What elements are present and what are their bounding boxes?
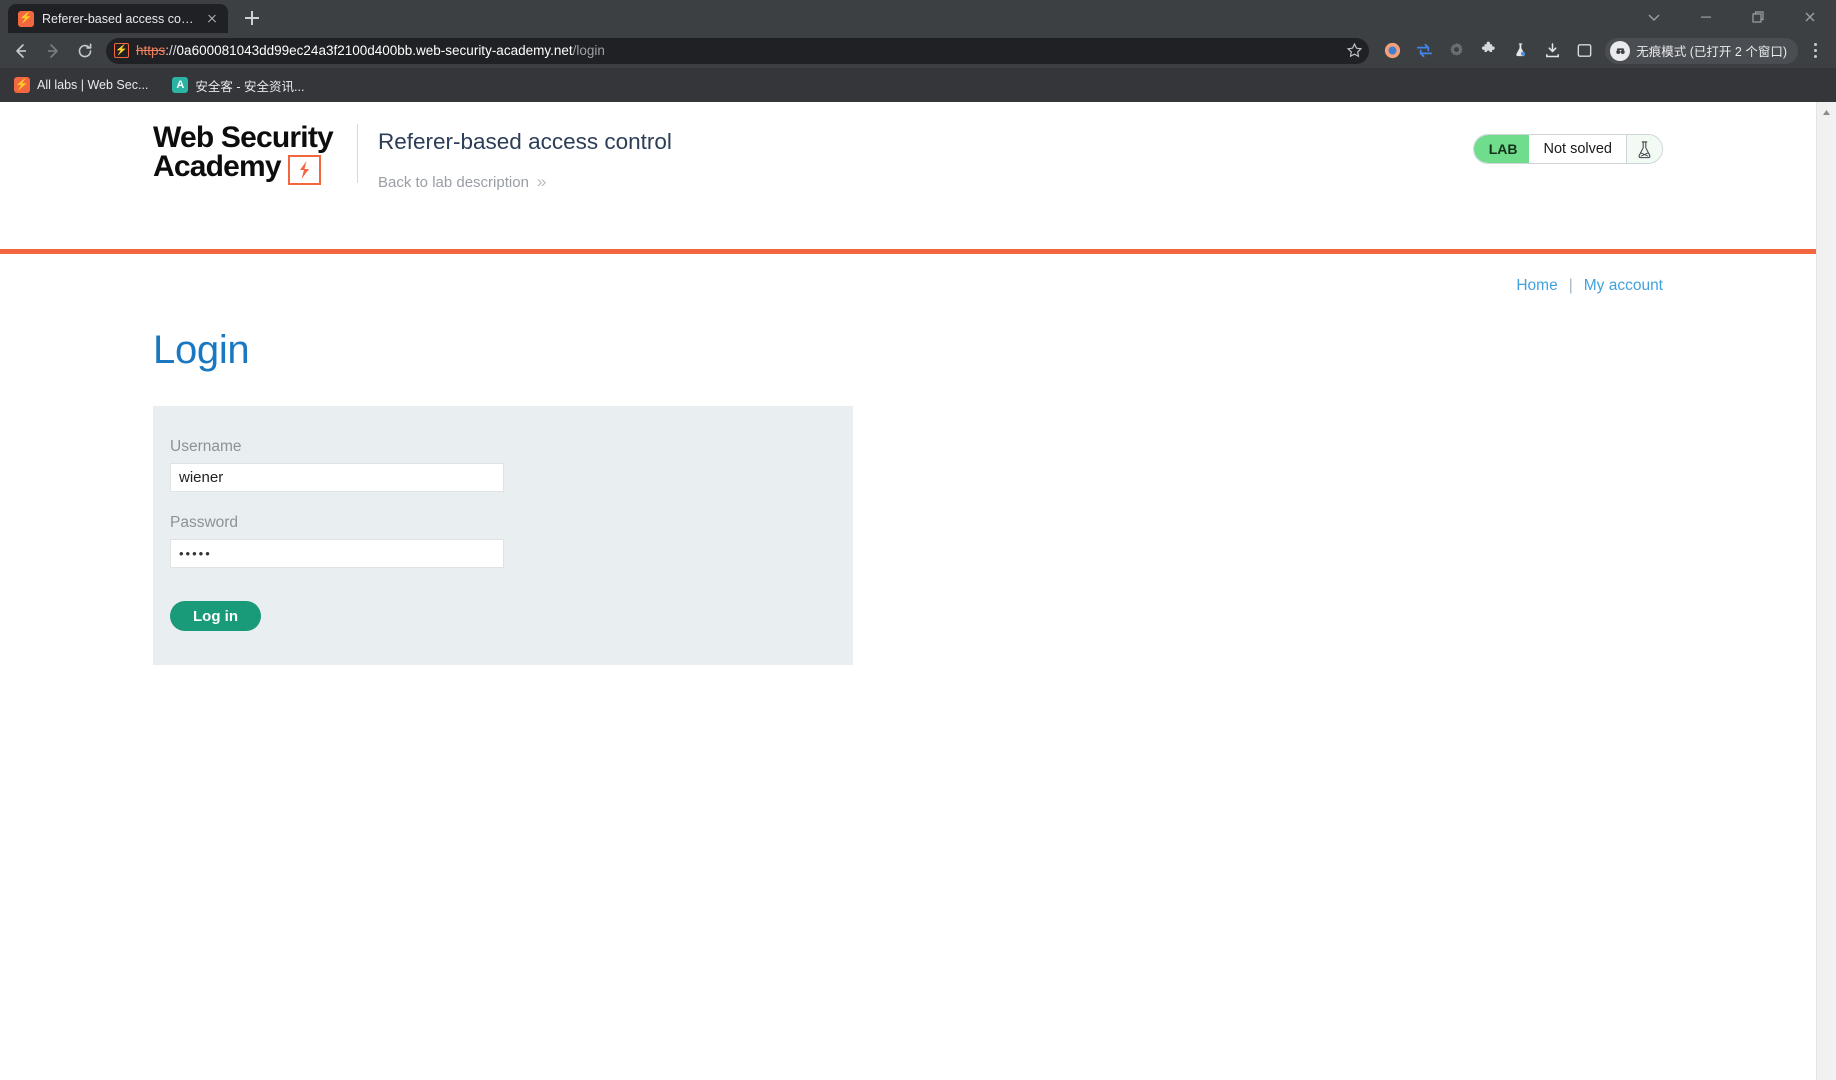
username-input[interactable]: wiener: [170, 463, 504, 492]
bookmark-item[interactable]: ⚡ All labs | Web Sec...: [10, 74, 152, 96]
bookmark-favicon-icon: A: [172, 77, 189, 93]
chevron-double-right-icon: »: [536, 172, 547, 191]
login-form: Username wiener Password ••••• Log in: [153, 406, 853, 665]
password-label: Password: [170, 514, 239, 531]
lightning-bolt-icon: [287, 154, 321, 185]
lab-tag: LAB: [1473, 135, 1530, 163]
back-link-label: Back to lab description: [378, 173, 529, 191]
chrome-menu-button[interactable]: [1802, 36, 1828, 66]
forward-button[interactable]: [38, 36, 68, 66]
portswigger-favicon: ⚡: [18, 10, 34, 27]
minimize-button[interactable]: [1680, 0, 1732, 33]
page-title: Referer-based access control: [378, 129, 672, 154]
reload-button[interactable]: [70, 36, 100, 66]
browser-toolbar: ⚡ https://0a600081043dd99ec24a3f2100d400…: [0, 33, 1836, 68]
side-panel-icon[interactable]: [1569, 36, 1599, 66]
back-button[interactable]: [6, 36, 36, 66]
extension-gear-icon[interactable]: [1441, 36, 1471, 66]
url-separator: ://: [165, 43, 177, 58]
site-info-icon[interactable]: ⚡: [114, 43, 129, 58]
incognito-badge[interactable]: 无痕模式 (已打开 2 个窗口): [1605, 37, 1798, 64]
page-scrollbar[interactable]: [1816, 102, 1836, 1080]
page-viewport: Web Security Academy Referer-based acces…: [0, 102, 1836, 1080]
bookmark-item[interactable]: A 安全客 - 安全资讯...: [168, 73, 308, 98]
top-navigation: Home | My account: [153, 254, 1663, 295]
scroll-up-arrow-icon[interactable]: [1822, 102, 1831, 122]
url-text: https://0a600081043dd99ec24a3f2100d400bb…: [136, 43, 1339, 58]
window-controls: [1628, 0, 1836, 33]
nav-link-my-account[interactable]: My account: [1584, 277, 1663, 295]
tab-strip: ⚡ Referer-based access control: [0, 0, 1836, 33]
address-bar[interactable]: ⚡ https://0a600081043dd99ec24a3f2100d400…: [106, 37, 1370, 64]
extensions-puzzle-icon[interactable]: [1473, 36, 1503, 66]
lab-status-widget[interactable]: LAB Not solved: [1472, 134, 1663, 164]
logo-line-2: Academy: [153, 150, 282, 184]
tab-search-button[interactable]: [1628, 0, 1680, 33]
downloads-icon[interactable]: [1537, 36, 1567, 66]
browser-tab[interactable]: ⚡ Referer-based access control: [8, 4, 228, 33]
bookmark-star-icon[interactable]: [1346, 42, 1363, 59]
bookmark-label: 安全客 - 安全资讯...: [195, 79, 305, 94]
logo-line-1: Web Security: [153, 121, 334, 154]
tab-title: Referer-based access control: [42, 11, 196, 26]
flask-icon: [1626, 135, 1662, 163]
extension-orange-circle-icon[interactable]: [1377, 36, 1407, 66]
login-heading: Login: [153, 328, 250, 372]
extension-sync-arrows-icon[interactable]: [1409, 36, 1439, 66]
maximize-button[interactable]: [1732, 0, 1784, 33]
academy-header: Web Security Academy Referer-based acces…: [0, 102, 1816, 254]
url-path: /login: [572, 43, 605, 58]
extension-toolbar: 无痕模式 (已打开 2 个窗口): [1377, 36, 1830, 66]
page-content: Home | My account Login Username wiener …: [145, 254, 1671, 665]
username-label: Username: [170, 438, 242, 455]
url-host: 0a600081043dd99ec24a3f2100d400bb.web-sec…: [176, 43, 573, 58]
password-input[interactable]: •••••: [170, 539, 504, 568]
close-window-button[interactable]: [1784, 0, 1836, 33]
site-logo[interactable]: Web Security Academy Referer-based acces…: [153, 121, 672, 192]
new-tab-button[interactable]: [238, 4, 266, 32]
url-scheme: https: [136, 43, 166, 58]
nav-separator: |: [1568, 277, 1573, 294]
login-button[interactable]: Log in: [170, 601, 261, 631]
extension-flask-icon[interactable]: [1505, 36, 1535, 66]
incognito-label: 无痕模式 (已打开 2 个窗口): [1636, 45, 1787, 59]
incognito-avatar-icon: [1610, 40, 1631, 61]
browser-window: ⚡ Referer-based access control ⚡ https:/…: [0, 0, 1836, 1080]
login-section: Login Username wiener Password ••••• Log…: [153, 328, 1663, 665]
close-tab-icon[interactable]: [204, 11, 220, 27]
bookmark-label: All labs | Web Sec...: [37, 78, 149, 92]
web-page: Web Security Academy Referer-based acces…: [0, 102, 1816, 1080]
back-to-lab-description-link[interactable]: Back to lab description »: [378, 172, 672, 192]
bookmarks-bar: ⚡ All labs | Web Sec... A 安全客 - 安全资讯...: [0, 68, 1836, 102]
nav-link-home[interactable]: Home: [1516, 277, 1557, 295]
bookmark-favicon-icon: ⚡: [14, 77, 30, 93]
status-badge: Not solved: [1529, 135, 1626, 163]
